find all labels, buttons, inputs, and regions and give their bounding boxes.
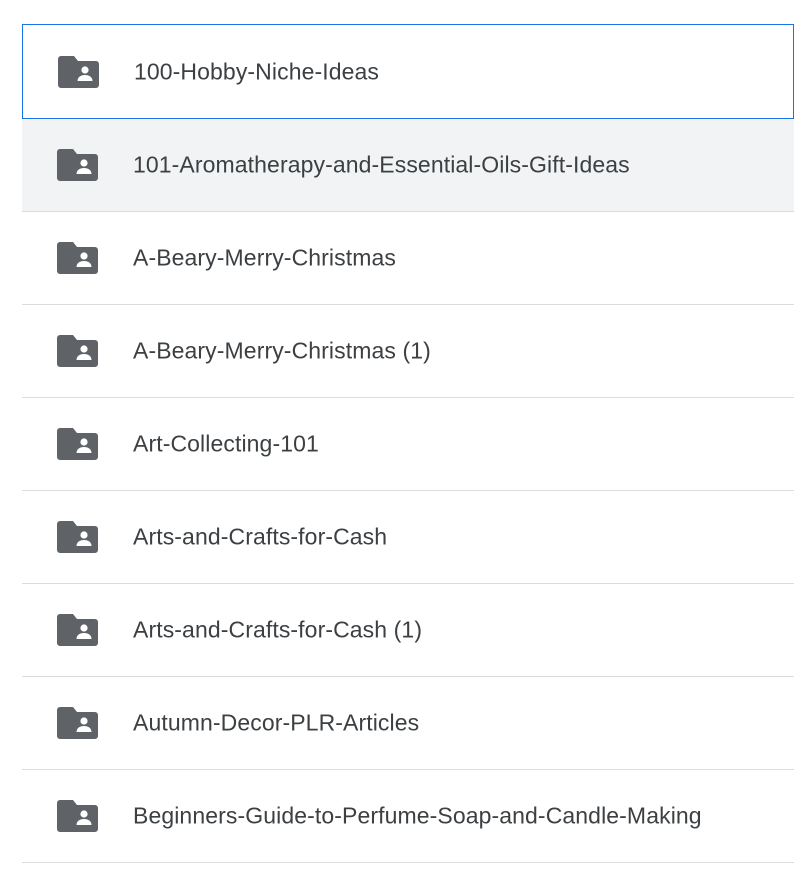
folder-name: Arts-and-Crafts-for-Cash bbox=[133, 523, 388, 550]
folder-name: 100-Hobby-Niche-Ideas bbox=[134, 58, 380, 84]
folder-row[interactable]: A-Beary-Merry-Christmas bbox=[22, 212, 794, 305]
folder-name: A-Beary-Merry-Christmas (1) bbox=[133, 337, 431, 364]
shared-folder-icon bbox=[57, 242, 98, 274]
folder-name: Beginners-Guide-to-Perfume-Soap-and-Cand… bbox=[133, 802, 702, 829]
folder-name: A-Beary-Merry-Christmas bbox=[133, 244, 396, 271]
folder-row[interactable]: Arts-and-Crafts-for-Cash bbox=[22, 491, 794, 584]
shared-folder-icon bbox=[57, 428, 98, 460]
folder-row[interactable]: Beginners-Guide-to-Perfume-Soap-and-Cand… bbox=[22, 770, 794, 863]
folder-name: Autumn-Decor-PLR-Articles bbox=[133, 709, 420, 736]
folder-row[interactable]: Arts-and-Crafts-for-Cash (1) bbox=[22, 584, 794, 677]
folder-name: 101-Aromatherapy-and-Essential-Oils-Gift… bbox=[133, 151, 630, 178]
folder-row[interactable]: 100-Hobby-Niche-Ideas bbox=[22, 24, 794, 119]
folder-name: Art-Collecting-101 bbox=[133, 430, 319, 457]
folder-row[interactable]: 101-Aromatherapy-and-Essential-Oils-Gift… bbox=[22, 119, 794, 212]
folder-row[interactable]: Autumn-Decor-PLR-Articles bbox=[22, 677, 794, 770]
folder-name: Arts-and-Crafts-for-Cash (1) bbox=[133, 616, 423, 643]
shared-folder-icon bbox=[57, 800, 98, 832]
shared-folder-icon bbox=[58, 55, 99, 88]
shared-folder-icon bbox=[57, 614, 98, 646]
folder-row[interactable]: Art-Collecting-101 bbox=[22, 398, 794, 491]
folder-row[interactable]: A-Beary-Merry-Christmas (1) bbox=[22, 305, 794, 398]
folder-list: 100-Hobby-Niche-Ideas 101-Aromatherapy-a… bbox=[22, 24, 794, 863]
shared-folder-icon bbox=[57, 335, 98, 367]
shared-folder-icon bbox=[57, 149, 98, 181]
shared-folder-icon bbox=[57, 521, 98, 553]
shared-folder-icon bbox=[57, 707, 98, 739]
